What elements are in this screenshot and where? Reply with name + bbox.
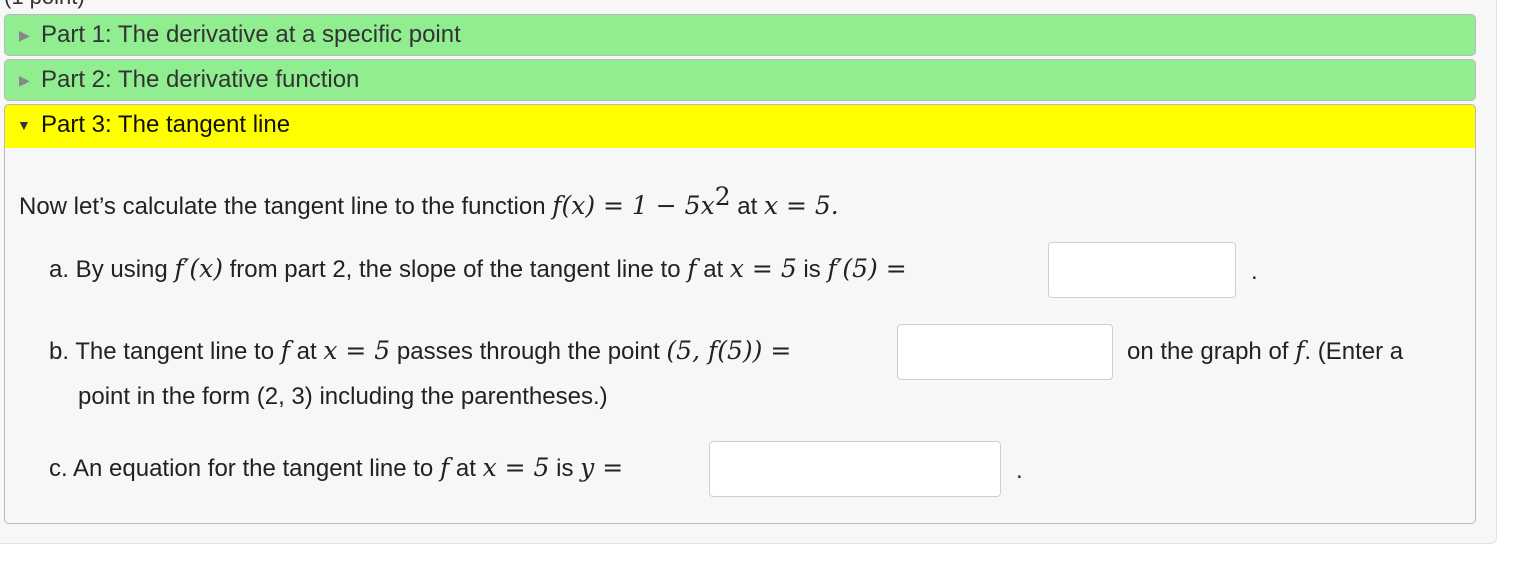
caret-right-icon: ▶ bbox=[19, 27, 30, 43]
qa-prefix: a. By using bbox=[49, 256, 168, 283]
qa-mid: from part 2, the slope of the tangent li… bbox=[229, 256, 681, 283]
qc-xeq: x = 5 bbox=[482, 453, 550, 482]
question-b: b. The tangent line to f at x = 5 passes… bbox=[49, 336, 791, 366]
intro-line: Now let’s calculate the tangent line to … bbox=[19, 182, 839, 221]
qa-rhs: f′(5) = bbox=[827, 254, 907, 283]
points-label: (1 point) bbox=[4, 0, 85, 10]
intro-text: Now let’s calculate the tangent line to … bbox=[19, 193, 546, 220]
intro-exponent: 2 bbox=[714, 182, 731, 211]
part-3-header[interactable]: ▼ Part 3: The tangent line bbox=[4, 104, 1476, 149]
caret-down-icon: ▼ bbox=[17, 117, 31, 133]
qb-line2: point in the form (2, 3) including the p… bbox=[78, 383, 608, 410]
qb-f: f bbox=[280, 336, 290, 365]
qb-after-text: on the graph of bbox=[1127, 338, 1289, 365]
qc-at: at bbox=[455, 455, 476, 482]
part-2-header[interactable]: ▶ Part 2: The derivative function bbox=[4, 59, 1476, 101]
qa-period: . bbox=[1251, 258, 1258, 285]
answer-a-input[interactable] bbox=[1048, 242, 1236, 298]
qc-prefix: c. An equation for the tangent line to bbox=[49, 455, 434, 482]
caret-right-icon: ▶ bbox=[19, 72, 30, 88]
qb-rhs: (5, f(5)) = bbox=[666, 336, 792, 365]
qa-fprime: f′(x) bbox=[174, 254, 223, 283]
qb-after2: . (Enter a bbox=[1304, 338, 1404, 365]
qc-f: f bbox=[439, 453, 450, 482]
qb-after: on the graph of f. (Enter a bbox=[1127, 336, 1403, 366]
qc-rhs: y = bbox=[580, 453, 624, 482]
question-c: c. An equation for the tangent line to f… bbox=[49, 453, 623, 483]
part-3-label: Part 3: The tangent line bbox=[41, 111, 291, 138]
answer-c-input[interactable] bbox=[709, 441, 1001, 497]
question-a: a. By using f′(x) from part 2, the slope… bbox=[49, 254, 907, 284]
header-fragment: (1 point) bbox=[0, 0, 1496, 14]
problem-container: (1 point) ▶ Part 1: The derivative at a … bbox=[0, 0, 1497, 544]
qc-is: is bbox=[556, 455, 574, 482]
qa-is: is bbox=[803, 256, 821, 283]
intro-at: at bbox=[737, 193, 758, 220]
qa-f: f bbox=[687, 254, 697, 283]
answer-b-input[interactable] bbox=[897, 324, 1113, 380]
intro-point: x = 5. bbox=[763, 191, 839, 220]
part-1-header[interactable]: ▶ Part 1: The derivative at a specific p… bbox=[4, 14, 1476, 56]
qc-period: . bbox=[1016, 457, 1023, 484]
qa-at: at bbox=[703, 256, 724, 283]
intro-function: f(x) = 1 − 5x bbox=[552, 191, 715, 220]
part-1-label: Part 1: The derivative at a specific poi… bbox=[41, 21, 461, 48]
qb-at: at bbox=[296, 338, 317, 365]
part-2-label: Part 2: The derivative function bbox=[41, 66, 360, 93]
qb-mid: passes through the point bbox=[396, 338, 660, 365]
qb-prefix: b. The tangent line to bbox=[49, 338, 275, 365]
qa-xeq: x = 5 bbox=[729, 254, 797, 283]
qb-xeq: x = 5 bbox=[323, 336, 391, 365]
